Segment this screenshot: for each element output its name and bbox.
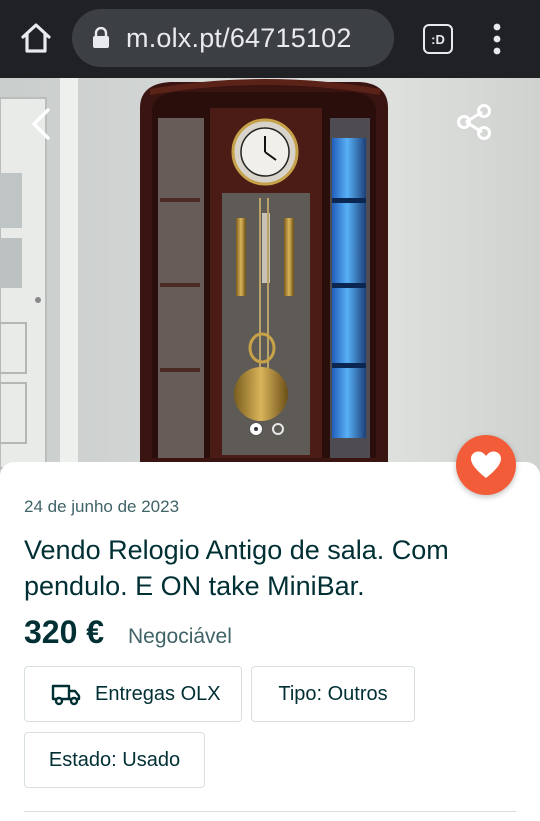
more-vert-icon[interactable] xyxy=(485,22,509,56)
url-text: m.olx.pt/64715102 xyxy=(126,23,352,53)
tabs-label: :D xyxy=(431,31,445,47)
favorite-button[interactable] xyxy=(456,435,516,495)
gallery-dot-active[interactable] xyxy=(250,423,262,435)
state-tag[interactable]: Estado: Usado xyxy=(24,732,205,788)
type-tag[interactable]: Tipo: Outros xyxy=(251,666,415,722)
back-arrow-icon[interactable] xyxy=(24,104,60,144)
lock-icon xyxy=(93,27,109,48)
heart-icon xyxy=(471,451,501,478)
gallery-dot[interactable] xyxy=(272,423,284,435)
address-bar[interactable]: m.olx.pt/64715102 xyxy=(72,9,394,67)
section-divider xyxy=(24,811,516,812)
negotiable-label: Negociável xyxy=(128,625,232,648)
listing-title: Vendo Relogio Antigo de sala. Com pendul… xyxy=(24,535,449,601)
gallery-pagination xyxy=(250,423,284,435)
tabs-icon[interactable]: :D xyxy=(423,24,453,54)
state-tag-label: Estado: Usado xyxy=(48,748,181,771)
listing-price: 320 € xyxy=(24,614,105,650)
share-icon[interactable] xyxy=(454,102,494,142)
type-tag-label: Tipo: Outros xyxy=(278,682,388,705)
delivery-tag[interactable]: Entregas OLX xyxy=(24,666,242,722)
browser-toolbar: m.olx.pt/64715102 :D xyxy=(0,0,540,78)
listing-date: 24 de junho de 2023 xyxy=(24,497,180,516)
delivery-tag-label: Entregas OLX xyxy=(95,682,221,705)
truck-icon xyxy=(51,684,81,706)
home-icon[interactable] xyxy=(18,20,54,56)
